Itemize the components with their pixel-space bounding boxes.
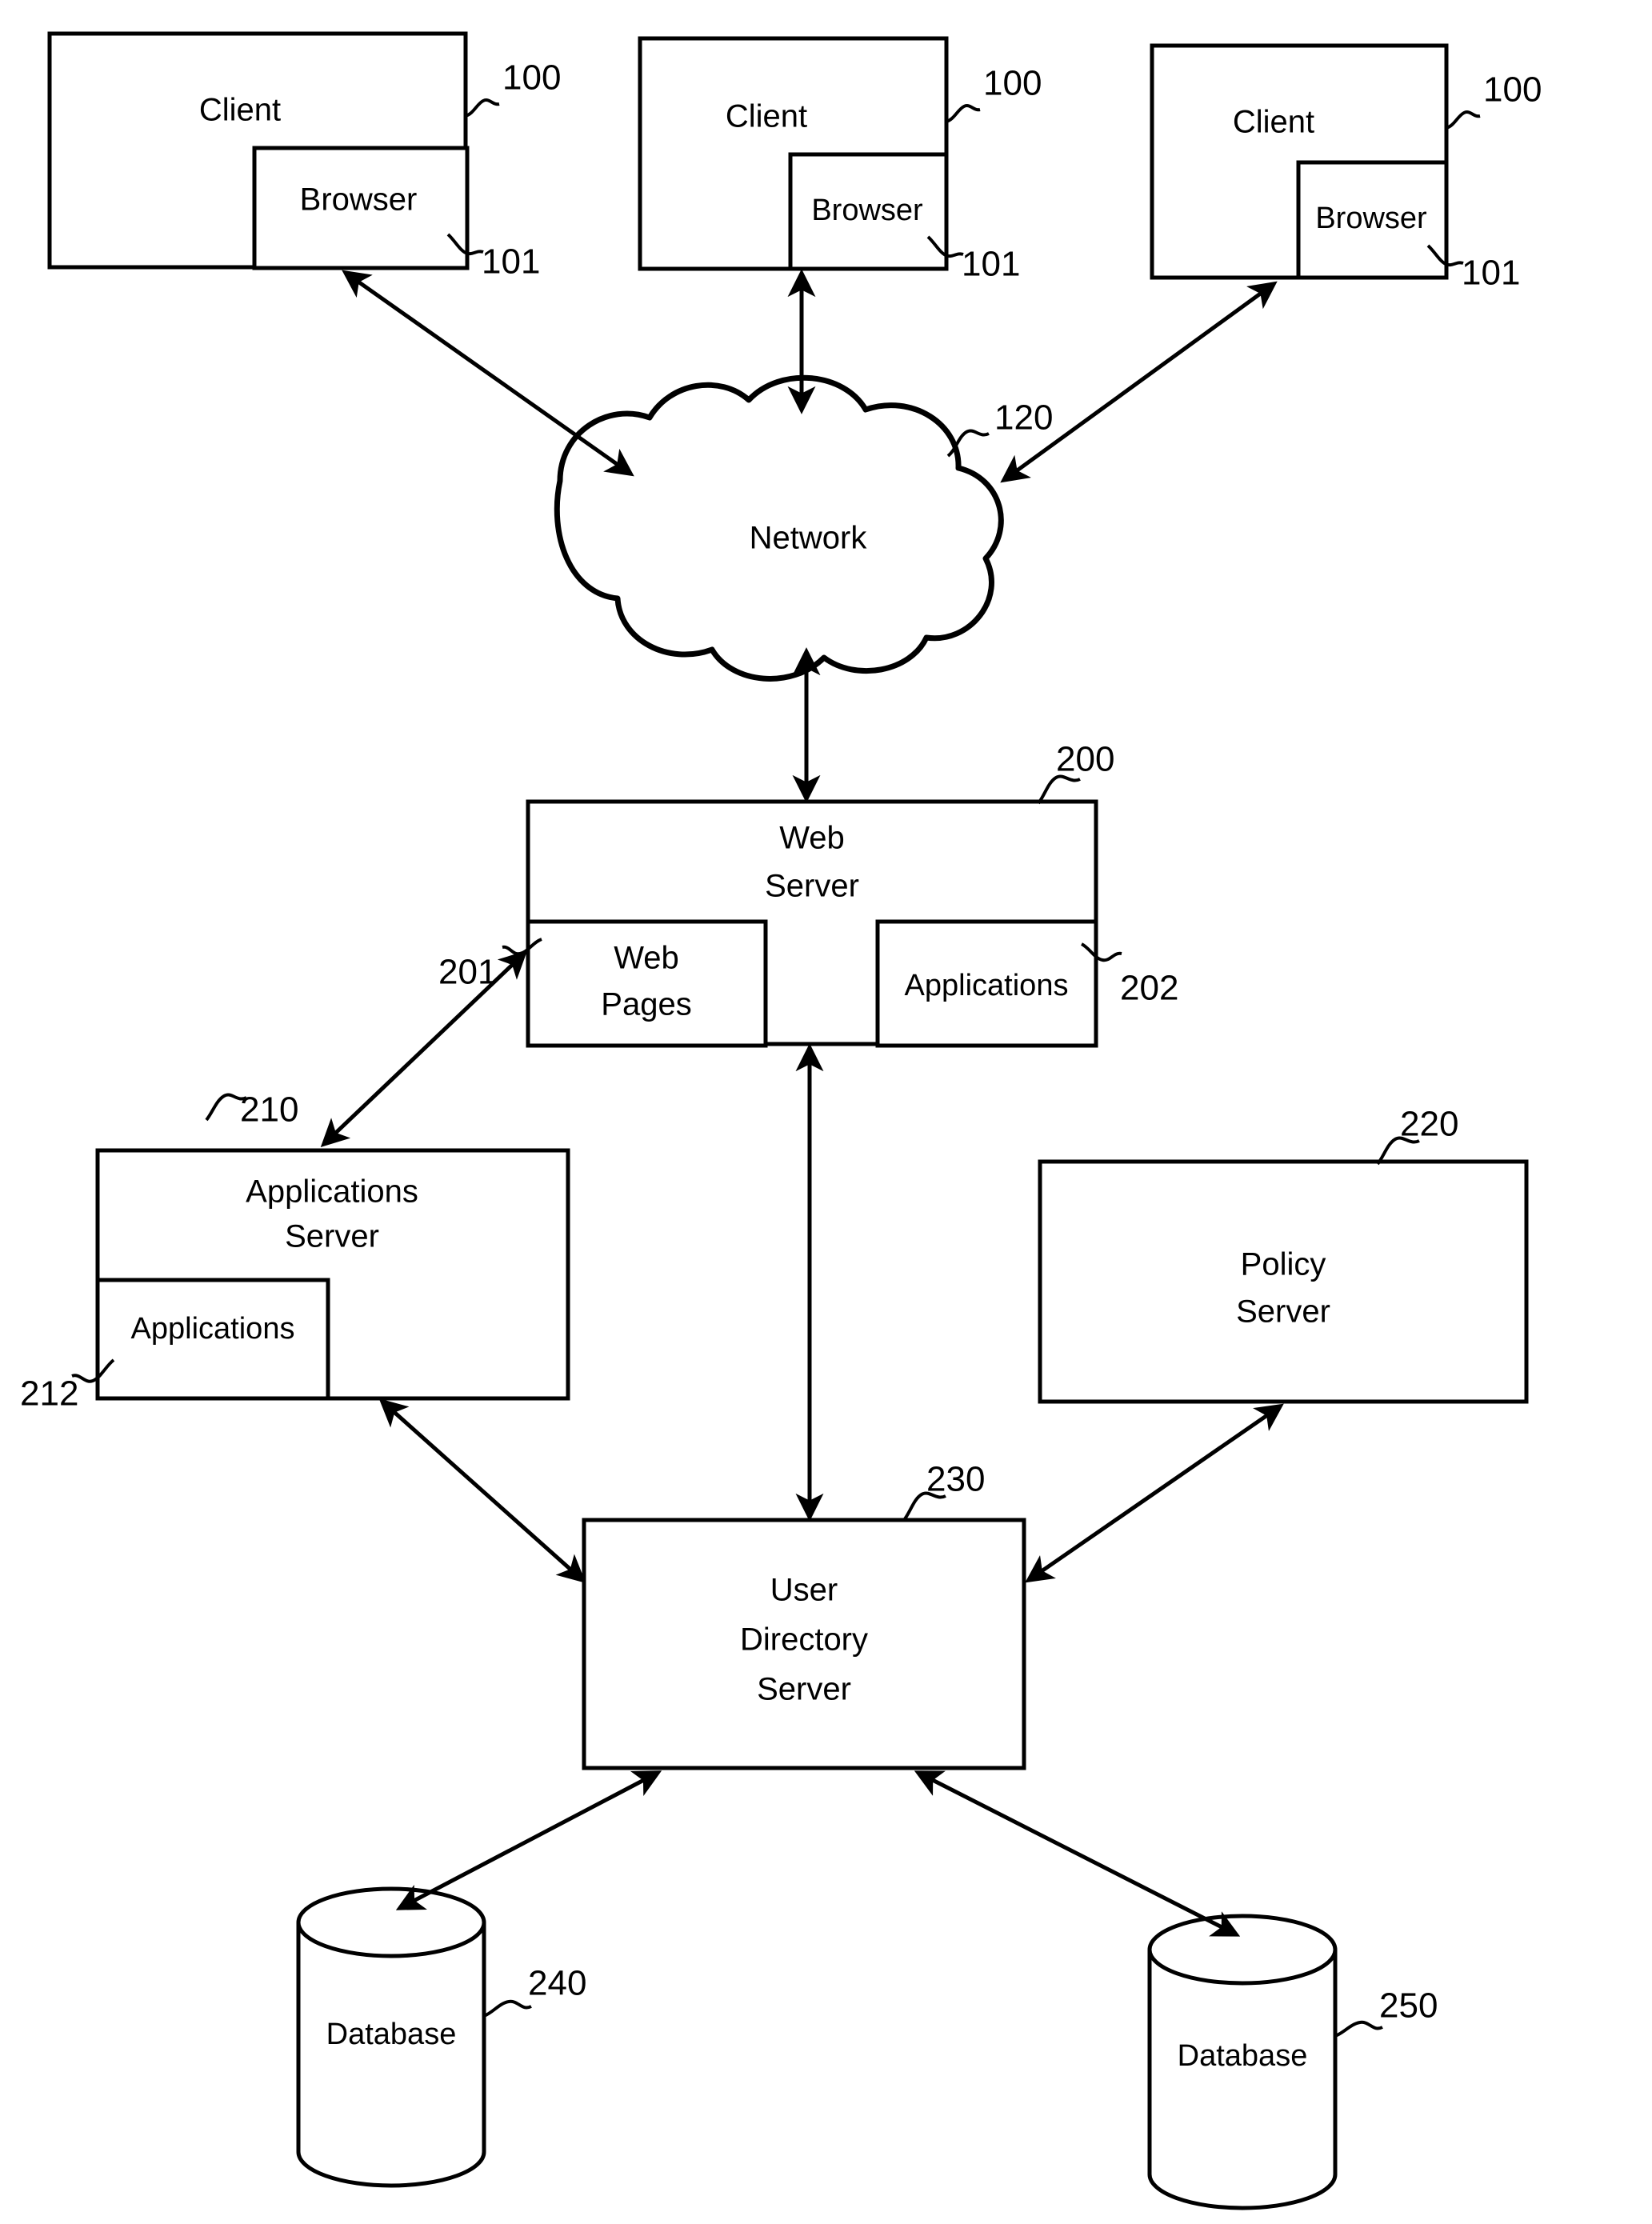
database-node-2[interactable]: Database 250 <box>1147 1914 1438 2210</box>
leader-line-client-1-ref <box>465 98 500 118</box>
database-ref-1: 240 <box>528 1964 586 2003</box>
connector-applicationsserver-userdirectory <box>378 1398 586 1583</box>
leader-line-database-2-ref <box>1334 2020 1383 2038</box>
connector-userdirectory-database2 <box>914 1770 1241 1937</box>
user-directory-server-ref: 230 <box>926 1460 985 1499</box>
leader-line-client-2-ref <box>946 104 981 123</box>
database-node-1[interactable]: Database 240 <box>296 1886 586 2188</box>
client-ref-3: 100 <box>1483 70 1542 110</box>
leader-line-database-1-ref <box>483 1999 532 2018</box>
network-node[interactable]: Network 120 <box>554 374 1053 682</box>
browser-label-1: Browser <box>300 182 418 218</box>
web-server-ref: 200 <box>1056 740 1114 779</box>
client-ref-2: 100 <box>983 64 1042 103</box>
client-label-3: Client <box>1233 105 1314 140</box>
policy-server-label-line2: Server <box>1236 1294 1330 1330</box>
client-node-1[interactable]: Client Browser 100 101 <box>47 31 561 282</box>
connector-client1-network <box>342 270 634 477</box>
web-server-label-line2: Server <box>765 869 859 904</box>
connector-userdirectory-database1 <box>395 1770 662 1910</box>
database-ref-2: 250 <box>1379 1986 1438 2026</box>
client-label-2: Client <box>726 99 807 134</box>
network-ref: 120 <box>994 398 1053 438</box>
client-node-2[interactable]: Client Browser 100 101 <box>638 36 1042 284</box>
user-directory-server-label-line1: User <box>770 1573 838 1608</box>
policy-server-ref: 220 <box>1400 1105 1458 1144</box>
database-cylinder-body-2 <box>1147 1950 1338 2210</box>
applications-server-ref: 210 <box>240 1090 298 1130</box>
leader-line-web-server-ref <box>1037 774 1081 805</box>
database-cylinder-top-1 <box>296 1886 486 1958</box>
web-server-applications-label: Applications <box>905 969 1069 1002</box>
user-directory-server-node[interactable]: User Directory Server 230 <box>582 1460 1026 1770</box>
user-directory-server-label-line3: Server <box>757 1672 851 1707</box>
web-pages-label-line2: Pages <box>601 987 691 1022</box>
network-label: Network <box>750 521 868 556</box>
web-server-node[interactable]: Web Server Web Pages 201 Applications 20… <box>438 740 1178 1048</box>
connector-policyserver-userdirectory <box>1025 1403 1284 1583</box>
web-server-applications-ref: 202 <box>1120 969 1178 1008</box>
web-pages-label-line1: Web <box>614 941 679 976</box>
applications-server-label-line2: Server <box>285 1219 379 1254</box>
browser-ref-1: 101 <box>482 242 540 282</box>
leader-line-client-3-ref <box>1446 110 1481 130</box>
user-directory-server-label-line2: Directory <box>740 1622 868 1658</box>
applications-server-node[interactable]: Applications Server Applications 210 212 <box>20 1090 570 1414</box>
database-cylinder-body-1 <box>296 1922 486 2188</box>
database-label-1: Database <box>326 2018 457 2051</box>
patent-architecture-figure: Client Browser 100 101 Client Browser 10… <box>20 31 1542 2210</box>
applications-server-label-line1: Applications <box>246 1174 418 1210</box>
policy-server-node[interactable]: Policy Server 220 <box>1038 1105 1529 1404</box>
browser-label-3: Browser <box>1315 202 1427 235</box>
applications-server-applications-label: Applications <box>131 1312 295 1346</box>
client-ref-1: 100 <box>502 58 561 98</box>
browser-label-2: Browser <box>811 194 923 227</box>
browser-ref-3: 101 <box>1462 254 1520 293</box>
browser-ref-2: 101 <box>962 245 1020 284</box>
policy-server-label-line1: Policy <box>1241 1247 1326 1282</box>
database-cylinder-top-2 <box>1147 1914 1338 1986</box>
client-label-1: Client <box>199 93 281 128</box>
connector-webserver-applicationsserver <box>320 950 528 1148</box>
applications-server-applications-ref: 212 <box>20 1374 78 1414</box>
database-label-2: Database <box>1178 2039 1308 2073</box>
web-server-label-line1: Web <box>779 821 845 856</box>
client-node-3[interactable]: Client Browser 100 101 <box>1150 43 1542 293</box>
connector-client3-network <box>1000 281 1278 483</box>
